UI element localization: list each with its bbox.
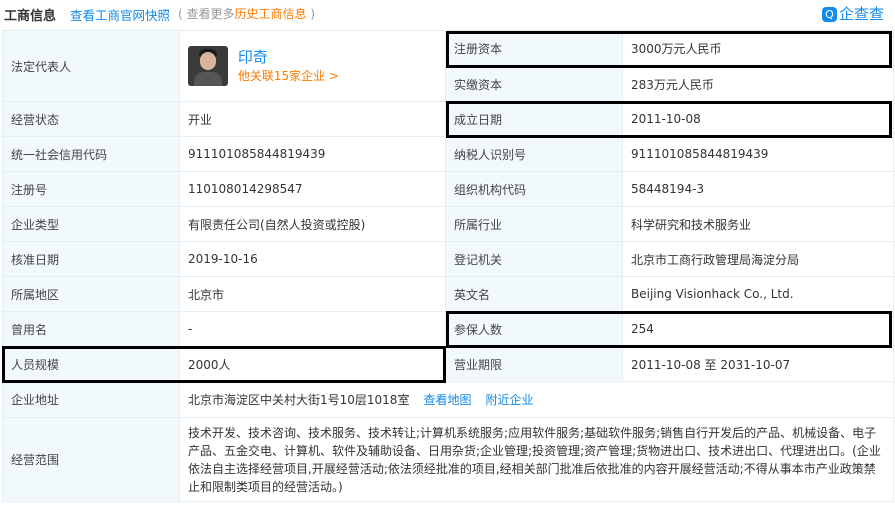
scope-value: 技术开发、技术咨询、技术服务、技术转让;计算机系统服务;应用软件服务;基础软件服… (179, 417, 894, 502)
authority-value: 北京市工商行政管理局海淀分局 (622, 241, 894, 277)
status-value: 开业 (179, 101, 446, 137)
approval-date-label: 核准日期 (2, 241, 180, 277)
nearby-companies-link[interactable]: 附近企业 (485, 393, 533, 407)
staff-size-label: 人员规模 (2, 346, 180, 382)
qichacha-logo-icon: Q (822, 7, 837, 22)
term-value: 2011-10-08 至 2031-10-07 (622, 346, 894, 382)
org-code-label: 组织机构代码 (445, 171, 623, 207)
former-name-value: - (179, 311, 446, 347)
section-title: 工商信息 (4, 9, 57, 24)
address-value: 北京市海淀区中关村大街1号10层1018室 (188, 393, 410, 407)
english-name-value: Beijing Visionhack Co., Ltd. (622, 276, 894, 312)
legal-rep-cell: 印奇 他关联15家企业 > (179, 30, 446, 102)
legal-rep-label: 法定代表人 (2, 30, 180, 102)
paid-capital-value: 283万元人民币 (622, 66, 894, 102)
credit-code-value: 911101085844819439 (179, 136, 446, 172)
address-label: 企业地址 (2, 381, 180, 418)
scope-label: 经营范围 (2, 417, 180, 502)
approval-date-value: 2019-10-16 (179, 241, 446, 277)
authority-label: 登记机关 (445, 241, 623, 277)
tax-id-value: 911101085844819439 (622, 136, 894, 172)
company-type-value: 有限责任公司(自然人投资或控股) (179, 206, 446, 242)
status-label: 经营状态 (2, 101, 180, 137)
company-type-label: 企业类型 (2, 206, 180, 242)
industry-value: 科学研究和技术服务业 (622, 206, 894, 242)
insured-value: 254 (622, 311, 894, 347)
section-header: 工商信息 查看工商官网快照 ( 查看更多历史工商信息 ) Q 企查查 (0, 0, 895, 26)
official-snapshot-link[interactable]: 查看工商官网快照 (70, 5, 170, 24)
avatar[interactable] (188, 46, 228, 86)
history-note: ( 查看更多历史工商信息 ) (178, 5, 315, 22)
tax-id-label: 纳税人识别号 (445, 136, 623, 172)
legal-rep-name[interactable]: 印奇 (238, 47, 339, 67)
credit-code-label: 统一社会信用代码 (2, 136, 180, 172)
related-companies-link[interactable]: 他关联15家企业 > (238, 67, 339, 85)
history-note-prefix: ( 查看更多 (178, 7, 235, 21)
logo-text: 企查查 (839, 5, 885, 23)
reg-capital-value: 3000万元人民币 (622, 30, 894, 67)
reg-no-value: 110108014298547 (179, 171, 446, 207)
history-info-link[interactable]: 历史工商信息 (235, 7, 307, 21)
industry-label: 所属行业 (445, 206, 623, 242)
org-code-value: 58448194-3 (622, 171, 894, 207)
business-info-table: 法定代表人 印奇 他关联15家企业 > 注册资本 3000万元人民币 实缴资本 … (2, 30, 894, 502)
reg-no-label: 注册号 (2, 171, 180, 207)
qichacha-logo: Q 企查查 (822, 3, 884, 24)
region-value: 北京市 (179, 276, 446, 312)
staff-size-value: 2000人 (179, 346, 446, 382)
history-note-suffix: ) (306, 7, 316, 21)
former-name-label: 曾用名 (2, 311, 180, 347)
founded-label: 成立日期 (445, 101, 623, 137)
english-name-label: 英文名 (445, 276, 623, 312)
paid-capital-label: 实缴资本 (445, 66, 623, 102)
founded-value: 2011-10-08 (622, 101, 894, 137)
region-label: 所属地区 (2, 276, 180, 312)
insured-label: 参保人数 (445, 311, 623, 347)
term-label: 营业期限 (445, 346, 623, 382)
view-map-link[interactable]: 查看地图 (423, 393, 471, 407)
reg-capital-label: 注册资本 (445, 30, 623, 67)
address-cell: 北京市海淀区中关村大街1号10层1018室 查看地图 附近企业 (179, 381, 894, 418)
